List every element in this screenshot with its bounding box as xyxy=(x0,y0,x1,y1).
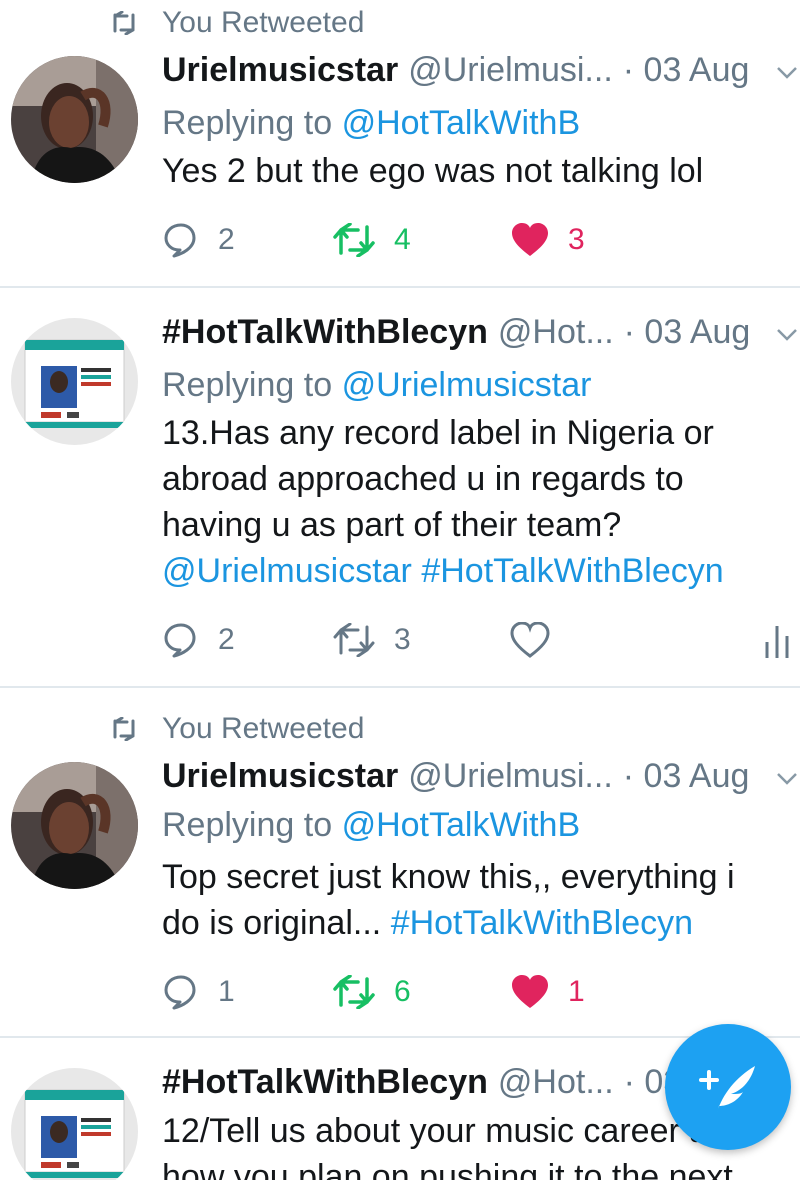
compose-icon xyxy=(699,1066,755,1112)
retweet-context: You Retweeted xyxy=(108,3,364,43)
tweet-actions: 2 3 xyxy=(162,618,792,662)
user-handle[interactable]: @Urielmusi... xyxy=(408,757,613,796)
user-handle[interactable]: @Urielmusi... xyxy=(408,51,613,90)
mention-link[interactable]: @Urielmusicstar xyxy=(162,552,412,590)
display-name[interactable]: #HotTalkWithBlecyn xyxy=(162,1063,488,1102)
tweet-text: 13.Has any record label in Nigeria or ab… xyxy=(162,410,782,594)
display-name[interactable]: Urielmusicstar xyxy=(162,757,398,796)
tweet-card[interactable]: You Retweeted Urielmusicstar @Urielmusi.… xyxy=(0,0,800,288)
reply-icon xyxy=(164,623,196,658)
like-count: 3 xyxy=(568,223,585,256)
retweet-icon xyxy=(333,223,375,257)
tweet-actions: 2 4 3 xyxy=(162,218,792,262)
retweet-count: 6 xyxy=(394,975,411,1008)
tweet-text-line: Top secret just know this,, everything i xyxy=(162,858,735,896)
replying-to-link[interactable]: @HotTalkWithB xyxy=(342,806,581,844)
replying-prefix: Replying to xyxy=(162,806,333,844)
tweet-date[interactable]: · 03 Aug xyxy=(623,757,750,796)
reply-button[interactable]: 2 xyxy=(162,618,235,662)
reply-count: 1 xyxy=(218,975,235,1008)
replying-prefix: Replying to xyxy=(162,104,333,142)
heart-icon xyxy=(512,975,548,1008)
tweet-text-line: do is original... xyxy=(162,904,382,942)
avatar[interactable] xyxy=(11,762,138,889)
tweet-actions: 1 6 1 xyxy=(162,970,792,1014)
avatar[interactable] xyxy=(11,56,138,183)
replying-to: Replying to @HotTalkWithB xyxy=(162,104,580,143)
hashtag-link[interactable]: #HotTalkWithBlecyn xyxy=(421,552,723,590)
tweet-text-line: having u as part of their team? xyxy=(162,506,622,544)
retweet-button[interactable]: 3 xyxy=(332,618,411,662)
tweet-card[interactable]: You Retweeted Urielmusicstar @Urielmusi.… xyxy=(0,688,800,1038)
tweet-card[interactable]: #HotTalkWithBlecyn @Hot... · 03 Aug Repl… xyxy=(0,288,800,688)
compose-tweet-button[interactable] xyxy=(665,1024,791,1150)
replying-to: Replying to @HotTalkWithB xyxy=(162,806,580,845)
retweet-count: 4 xyxy=(394,223,411,256)
replying-to-link[interactable]: @Urielmusicstar xyxy=(342,366,592,404)
chevron-down-icon[interactable] xyxy=(776,772,798,786)
heart-icon xyxy=(512,223,548,256)
retweet-button[interactable]: 6 xyxy=(332,970,411,1014)
like-button[interactable]: 1 xyxy=(510,970,585,1014)
tweet-text-line: abroad approached u in regards to xyxy=(162,460,684,498)
reply-button[interactable]: 1 xyxy=(162,970,235,1014)
display-name[interactable]: #HotTalkWithBlecyn xyxy=(162,313,488,352)
hashtag-link[interactable]: #HotTalkWithBlecyn xyxy=(391,904,693,942)
tweet-text: Top secret just know this,, everything i… xyxy=(162,854,782,946)
retweet-label: You Retweeted xyxy=(162,6,365,39)
replying-prefix: Replying to xyxy=(162,366,333,404)
tweet-date[interactable]: · 03 Aug xyxy=(623,51,750,90)
like-button[interactable]: 3 xyxy=(510,218,585,262)
retweet-icon xyxy=(333,975,375,1009)
reply-icon xyxy=(164,223,196,258)
like-button[interactable] xyxy=(510,618,568,662)
tweet-date[interactable]: · 03 Aug xyxy=(624,313,751,352)
retweet-label: You Retweeted xyxy=(162,712,365,745)
analytics-button[interactable] xyxy=(764,618,800,662)
retweet-icon xyxy=(113,11,135,35)
retweet-icon xyxy=(333,623,375,657)
reply-button[interactable]: 2 xyxy=(162,218,235,262)
tweet-text: Yes 2 but the ego was not talking lol xyxy=(162,152,704,190)
tweet-header: #HotTalkWithBlecyn @Hot... · 03 Aug xyxy=(162,310,800,354)
user-handle[interactable]: @Hot... xyxy=(498,313,614,352)
heart-outline-icon xyxy=(510,622,550,658)
tweet-header: Urielmusicstar @Urielmusi... · 03 Aug xyxy=(162,48,800,92)
retweet-icon xyxy=(113,717,135,741)
avatar[interactable] xyxy=(11,1068,138,1180)
replying-to: Replying to @Urielmusicstar xyxy=(162,366,591,405)
chevron-down-icon[interactable] xyxy=(776,66,798,80)
like-count: 1 xyxy=(568,975,585,1008)
reply-count: 2 xyxy=(218,223,235,256)
reply-icon xyxy=(164,975,196,1010)
replying-to-link[interactable]: @HotTalkWithB xyxy=(342,104,581,142)
tweet-header: Urielmusicstar @Urielmusi... · 03 Aug xyxy=(162,754,800,798)
chevron-down-icon[interactable] xyxy=(776,328,798,342)
retweet-button[interactable]: 4 xyxy=(332,218,411,262)
reply-count: 2 xyxy=(218,623,235,656)
retweet-context: You Retweeted xyxy=(108,709,364,749)
analytics-icon xyxy=(765,626,789,658)
tweet-text-line: 13.Has any record label in Nigeria or xyxy=(162,414,714,452)
display-name[interactable]: Urielmusicstar xyxy=(162,51,398,90)
avatar[interactable] xyxy=(11,318,138,445)
tweet-text-line: how you plan on pushing it to the next xyxy=(162,1158,733,1180)
retweet-count: 3 xyxy=(394,623,411,656)
user-handle[interactable]: @Hot... xyxy=(498,1063,614,1102)
